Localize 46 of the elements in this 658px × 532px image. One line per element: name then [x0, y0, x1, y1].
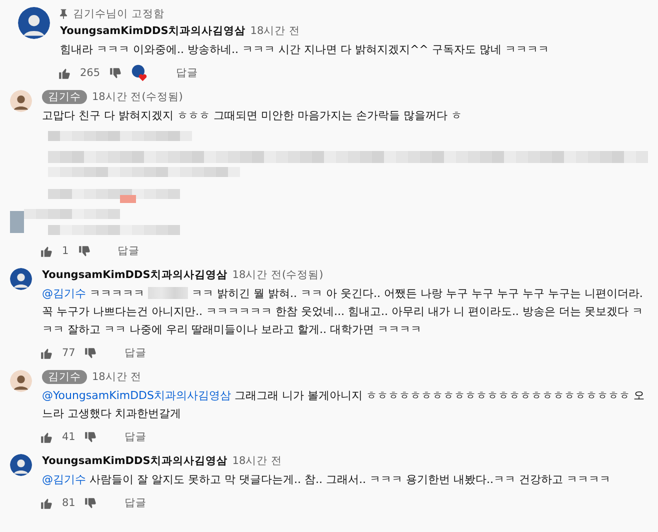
- reply-button[interactable]: 답글: [170, 64, 204, 82]
- pinned-label: 김기수님이 고정함: [73, 7, 164, 21]
- avatar[interactable]: [10, 454, 32, 476]
- like-count: 1: [62, 245, 69, 257]
- comment-time[interactable]: 18시간 전(수정됨): [232, 268, 324, 282]
- like-icon[interactable]: [40, 496, 53, 510]
- reply-button[interactable]: 답글: [118, 494, 152, 512]
- like-count: 41: [62, 431, 76, 443]
- comment-time[interactable]: 18시간 전: [92, 370, 142, 384]
- comment-text: 힘내라 ㅋㅋㅋ 이와중에.. 방송하네.. ㅋㅋㅋ 시간 지나면 다 밝혀지겠지^^ 구독자도 많네 ㅋㅋㅋㅋ: [60, 42, 550, 58]
- like-icon[interactable]: [40, 430, 53, 444]
- dislike-icon[interactable]: [84, 496, 98, 510]
- reply-button[interactable]: 답글: [118, 344, 152, 362]
- dislike-icon[interactable]: [78, 244, 91, 258]
- dislike-icon[interactable]: [84, 346, 98, 360]
- comment-text: 고맙다 친구 다 밝혀지겠지 ㅎㅎㅎ 그때되면 미안한 마음가지는 손가락들 많을꺼다 ㅎ: [42, 108, 463, 124]
- redaction-blur: [148, 287, 188, 299]
- author-name[interactable]: YoungsamKimDDS치과의사김영삼: [42, 268, 228, 282]
- author-name[interactable]: YoungsamKimDDS치과의사김영삼: [60, 24, 246, 38]
- like-count: 77: [62, 347, 76, 359]
- comment-time[interactable]: 18시간 전: [232, 454, 282, 468]
- comment-text: @김기수 ㅋㅋㅋㅋㅋ ㅋㅋ 밝히긴 뭘 밝혀.. ㅋㅋ 아 웃긴다.. 어쨌든 나랑 누구 누구 누구 누구 누구는 니편이더라. 꼭 누구가 나쁘다는건 아니지만.. ㅋㅋㅋㅋㅋㅋ 한참 웃었네... 힘내고.. 아무리 내가 니 편이라도.. 방송은 더는 못보겠다 ㅋㅋㅋ 잘하고 ㅋㅋ 나중에 우리 딸래미들이나 보라고 할게.. 대학가면 ㅋㅋㅋㅋ: [42, 286, 644, 338]
- comment-time[interactable]: 18시간 전(수정됨): [92, 90, 183, 104]
- author-name[interactable]: 김기수: [42, 90, 87, 104]
- like-count: 81: [62, 497, 76, 509]
- author-name[interactable]: 김기수: [42, 370, 87, 384]
- reply-button[interactable]: 답글: [112, 242, 146, 260]
- like-icon[interactable]: [58, 66, 71, 80]
- author-name[interactable]: YoungsamKimDDS치과의사김영삼: [42, 454, 228, 468]
- mention-link[interactable]: @YoungsamKimDDS치과의사김영삼: [42, 389, 232, 402]
- pin-icon: [60, 9, 67, 19]
- avatar[interactable]: [18, 7, 50, 39]
- avatar[interactable]: [10, 370, 32, 392]
- comment-time[interactable]: 18시간 전: [250, 24, 300, 38]
- reply-button[interactable]: 답글: [118, 428, 152, 446]
- mention-link[interactable]: @김기수: [42, 473, 86, 486]
- comment-text: @YoungsamKimDDS치과의사김영삼 그래그래 니가 볼게아니지 ㅎㅎㅎㅎㅎㅎㅎㅎㅎㅎㅎㅎㅎㅎㅎㅎㅎㅎㅎㅎㅎㅎㅎㅎ 오느라 고생했다 치과한번갈게: [42, 388, 646, 422]
- avatar[interactable]: [10, 90, 32, 112]
- dislike-icon[interactable]: [109, 66, 122, 80]
- like-count: 265: [80, 67, 100, 79]
- like-icon[interactable]: [40, 244, 53, 258]
- dislike-icon[interactable]: [84, 430, 98, 444]
- comment-text: @김기수 사람들이 잘 알지도 못하고 막 댓글다는게.. 참.. 그래서.. ㅋㅋㅋ 용기한번 내봤다..ㅋㅋ 건강하고 ㅋㅋㅋㅋ: [42, 472, 612, 488]
- mention-link[interactable]: @김기수: [42, 287, 86, 300]
- like-icon[interactable]: [40, 346, 53, 360]
- avatar[interactable]: [10, 268, 32, 290]
